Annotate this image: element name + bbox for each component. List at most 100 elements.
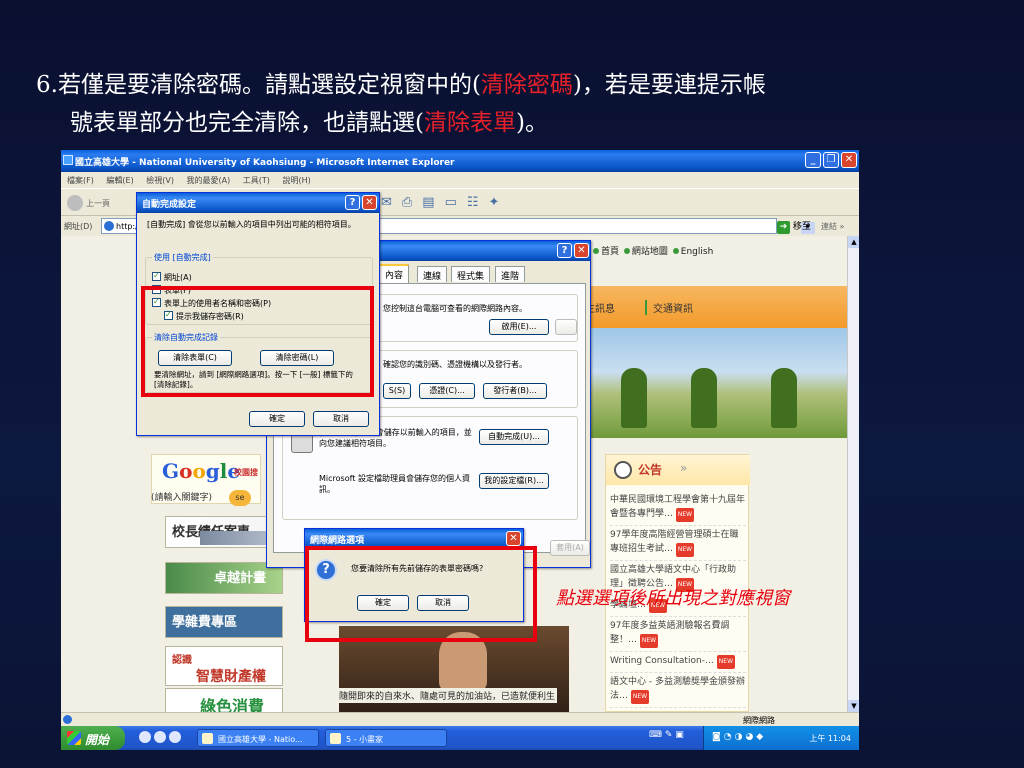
tray-icons[interactable]: ◙◔◑◕◆: [712, 732, 766, 742]
site-top-nav: 首頁 網站地圖 English: [591, 244, 713, 257]
tab-programs[interactable]: 程式集: [451, 266, 491, 282]
notice-text: Writing Consultation-…: [610, 656, 714, 666]
more-arrows-icon[interactable]: »: [680, 461, 687, 475]
quick-launch: [139, 731, 187, 745]
task-ie[interactable]: 國立高雄大學 - Natio...: [197, 729, 319, 747]
instruction-line-2: 號表單部分也完全清除，也請點選(清除表單)。: [36, 104, 996, 142]
menu-file[interactable]: 檔案(F): [67, 176, 94, 185]
nav-english[interactable]: English: [681, 247, 714, 257]
content-advisor-text: 您控制這台電腦可查看的網際網路內容。: [383, 304, 527, 313]
close-icon[interactable]: ✕: [574, 243, 589, 258]
tile-label: 卓越計畫: [214, 571, 267, 586]
notice-item[interactable]: 97年度多益英語測驗報名費調整！… NEW: [610, 617, 746, 652]
line1-suffix: )，若是要連提示帳: [572, 72, 766, 98]
notice-item[interactable]: Writing Consultation-… NEW: [610, 652, 746, 673]
notice-item[interactable]: 語文中心 - 多益測驗獎學金頒發辦法… NEW: [610, 673, 746, 708]
paint-task-icon: [330, 733, 341, 744]
tile-tuition[interactable]: 學雜費專區: [165, 606, 283, 638]
autocomplete-title: 自動完成設定: [142, 200, 197, 210]
new-badge: NEW: [675, 508, 695, 522]
certificates-button[interactable]: 憑證(C)...: [419, 383, 475, 399]
quick-launch-icon[interactable]: [139, 731, 151, 743]
restore-button[interactable]: ❐: [823, 152, 839, 168]
tile-small-label: 認識: [172, 655, 192, 666]
start-button[interactable]: 開始: [61, 726, 125, 750]
tile-green-consumption[interactable]: 綠色消費: [165, 688, 283, 712]
minimize-button[interactable]: _: [805, 152, 821, 168]
link-traffic[interactable]: 交通資訊: [645, 300, 693, 315]
apply-button[interactable]: 套用(A): [550, 540, 590, 556]
quick-launch-icon[interactable]: [154, 731, 166, 743]
help-button[interactable]: ?: [557, 243, 572, 258]
menu-help[interactable]: 說明(H): [282, 176, 310, 185]
notice-item[interactable]: 中華民國環境工程學會第十九屆年會暨各專門學… NEW: [610, 491, 746, 526]
go-label: 移至: [792, 222, 811, 232]
close-icon[interactable]: ✕: [506, 531, 521, 546]
start-label: 開始: [85, 733, 110, 747]
nav-home[interactable]: 首頁: [601, 247, 619, 257]
my-profile-button[interactable]: 我的設定檔(R)...: [479, 473, 549, 489]
back-button[interactable]: 上一頁: [86, 198, 110, 209]
new-badge: NEW: [639, 634, 659, 648]
cancel-button[interactable]: 取消: [313, 411, 369, 427]
checkbox-label: 網址(A): [164, 273, 192, 282]
go-arrow-icon: ➔: [777, 221, 790, 234]
task-label: 5 - 小畫家: [346, 735, 384, 744]
menu-edit[interactable]: 編輯(E): [106, 176, 133, 185]
search-button[interactable]: se: [228, 490, 251, 506]
tile-label: 學雜費專區: [172, 615, 238, 630]
publishers-button[interactable]: 發行者(B)...: [483, 383, 547, 399]
task-paint[interactable]: 5 - 小畫家: [325, 729, 447, 747]
tab-content[interactable]: 內容: [379, 264, 410, 283]
scroll-up-icon[interactable]: ▲: [848, 236, 859, 248]
autocomplete-title-bar: 自動完成設定 ? ✕: [137, 193, 379, 213]
menu-tools[interactable]: 工具(T): [243, 176, 270, 185]
campus-photo: [581, 328, 847, 438]
nav-dot-icon: [593, 248, 599, 254]
help-button[interactable]: ?: [345, 195, 360, 210]
toolbar-icons[interactable]: ✉⎙▤▭☷✦: [381, 195, 509, 210]
confirm-title: 網際網路選項: [310, 536, 365, 546]
tree-shape: [691, 368, 717, 428]
page-done-icon: [63, 715, 72, 724]
go-button[interactable]: ➔ 移至: [777, 219, 811, 234]
close-icon[interactable]: ✕: [362, 195, 377, 210]
address-checkbox[interactable]: 網址(A): [152, 271, 192, 283]
news-caption[interactable]: 隨開即來的自來水、隨處可見的加油站，已造就便利生: [337, 688, 558, 703]
slide-instruction: 6.若僅是要清除密碼。請點選設定視窗中的(清除密碼)，若是要連提示帳 號表單部分…: [36, 66, 996, 142]
clear-ssl-button[interactable]: S(S): [383, 383, 411, 399]
autocomplete-button[interactable]: 自動完成(U)...: [479, 429, 549, 445]
clear-forms-highlight: 清除表單: [423, 110, 516, 136]
scroll-down-icon[interactable]: ▼: [848, 700, 859, 712]
address-value: http:/: [116, 222, 138, 231]
notice-text: 97年度多益英語測驗報名費調整！…: [610, 621, 730, 645]
tile-ip-rights[interactable]: 認識 智慧財產權: [165, 646, 283, 686]
tab-connections[interactable]: 連線: [417, 266, 448, 282]
ie-window-icon: [63, 155, 73, 165]
enable-button[interactable]: 啟用(E)...: [489, 319, 549, 335]
notice-title: 公告: [638, 463, 663, 477]
back-arrow-icon[interactable]: [67, 195, 83, 211]
notice-item[interactable]: 97學年度高階經營管理碩士在職專班招生考試… NEW: [610, 526, 746, 561]
links-button[interactable]: 連結 »: [821, 221, 844, 232]
highlight-box-confirm: [305, 546, 537, 642]
highlight-box-clear-options: [141, 286, 374, 397]
site-orange-bar: 生訊息 交通資訊: [581, 286, 847, 328]
notice-header: 公告 »: [606, 455, 750, 485]
autocomplete-description: [自動完成] 會從您以前輸入的項目中列出可能的相符項目。: [147, 220, 356, 229]
task-label: 國立高雄大學 - Natio...: [218, 735, 303, 744]
menu-favorites[interactable]: 我的最愛(A): [187, 176, 231, 185]
settings-button-edge: [555, 319, 577, 335]
ok-button[interactable]: 確定: [249, 411, 305, 427]
tab-advanced[interactable]: 進階: [495, 266, 526, 282]
quick-launch-icon[interactable]: [169, 731, 181, 743]
menu-view[interactable]: 檢視(V): [146, 176, 174, 185]
language-bar[interactable]: ⌨ ✎ ▣: [649, 730, 697, 746]
search-hint[interactable]: (請輸入關鍵字): [151, 493, 212, 503]
notice-icon: [614, 461, 632, 479]
nav-sitemap[interactable]: 網站地圖: [632, 247, 668, 257]
taskbar: 開始 國立高雄大學 - Natio... 5 - 小畫家 ⌨ ✎ ▣ ◙◔◑◕◆…: [61, 726, 859, 750]
close-button[interactable]: ✕: [841, 152, 857, 168]
new-badge: NEW: [630, 690, 650, 704]
page-scrollbar[interactable]: ▲ ▼: [847, 236, 859, 712]
